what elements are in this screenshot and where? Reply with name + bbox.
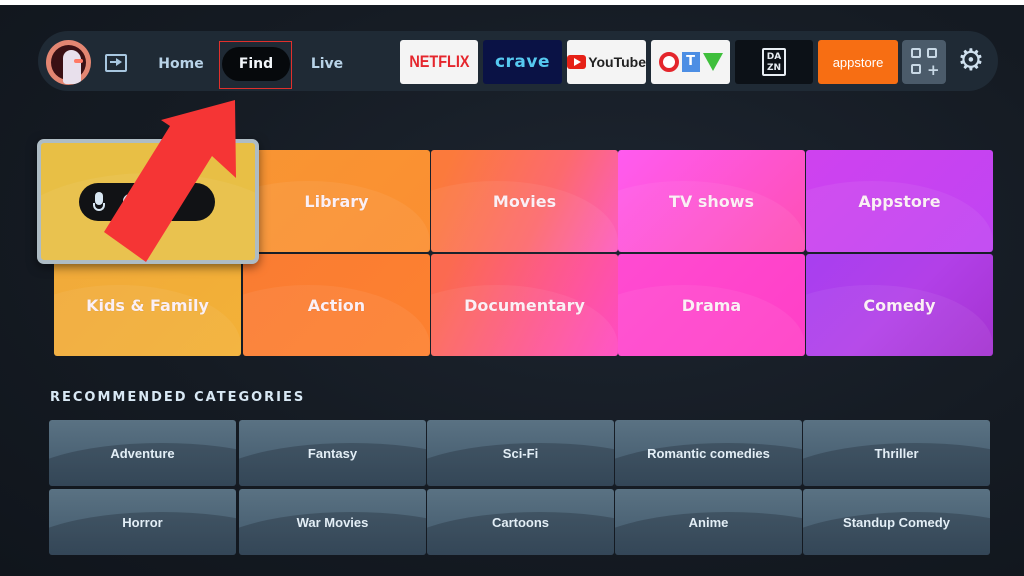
app-crave[interactable]: crave bbox=[483, 40, 562, 84]
tile-appstore[interactable]: Appstore bbox=[806, 150, 993, 252]
tile-label: Kids & Family bbox=[86, 295, 209, 315]
category-anime[interactable]: Anime bbox=[615, 489, 802, 555]
nav-home[interactable]: Home bbox=[150, 47, 212, 81]
category-label: Romantic comedies bbox=[647, 445, 770, 461]
grid-square-icon bbox=[911, 64, 921, 74]
microphone-stand-icon bbox=[93, 203, 105, 211]
tile-label: Movies bbox=[492, 191, 557, 211]
avatar-character bbox=[63, 50, 81, 84]
ctv-c-icon bbox=[658, 52, 679, 72]
avatar-beak bbox=[74, 59, 83, 63]
app-appstore[interactable]: appstore bbox=[818, 40, 898, 84]
appstore-logo: appstore bbox=[832, 54, 884, 70]
plus-icon: + bbox=[927, 61, 940, 79]
category-label: Thriller bbox=[874, 445, 919, 461]
tile-drama[interactable]: Drama bbox=[618, 254, 805, 356]
youtube-play-icon bbox=[567, 55, 587, 69]
ctv-t-letter: T bbox=[681, 52, 700, 72]
voice-search-pill bbox=[79, 183, 215, 221]
category-adventure[interactable]: Adventure bbox=[49, 420, 236, 486]
app-dazn[interactable]: DA ZN bbox=[735, 40, 813, 84]
tile-label: Appstore bbox=[858, 191, 941, 211]
grid-square-icon bbox=[927, 48, 937, 58]
category-label: Horror bbox=[122, 514, 163, 530]
app-netflix[interactable]: NETFLIX bbox=[400, 40, 478, 84]
tile-library[interactable]: Library bbox=[243, 150, 430, 252]
voice-search-tile[interactable] bbox=[37, 139, 259, 264]
tile-documentary[interactable]: Documentary bbox=[431, 254, 618, 356]
tile-label: TV shows bbox=[668, 191, 755, 211]
category-sci-fi[interactable]: Sci-Fi bbox=[427, 420, 614, 486]
gear-icon[interactable]: ⚙ bbox=[956, 46, 986, 76]
tile-label: Documentary bbox=[464, 295, 585, 315]
nav-live[interactable]: Live bbox=[300, 47, 354, 81]
app-library-button[interactable]: + bbox=[902, 40, 946, 84]
category-label: War Movies bbox=[296, 514, 369, 530]
ctv-v-icon bbox=[702, 53, 723, 71]
tile-action[interactable]: Action bbox=[243, 254, 430, 356]
category-romantic-comedies[interactable]: Romantic comedies bbox=[615, 420, 802, 486]
category-thriller[interactable]: Thriller bbox=[803, 420, 990, 486]
category-standup-comedy[interactable]: Standup Comedy bbox=[803, 489, 990, 555]
tile-label: Action bbox=[307, 295, 366, 315]
tile-kids-family[interactable]: Kids & Family bbox=[54, 254, 241, 356]
recommended-categories-heading: RECOMMENDED CATEGORIES bbox=[50, 390, 306, 405]
tile-label: Drama bbox=[681, 295, 742, 315]
category-label: Sci-Fi bbox=[502, 445, 539, 461]
app-ctv[interactable]: T bbox=[651, 40, 730, 84]
app-youtube[interactable]: YouTube bbox=[567, 40, 646, 84]
grid-square-icon bbox=[911, 48, 921, 58]
search-icon bbox=[123, 194, 137, 208]
category-war-movies[interactable]: War Movies bbox=[239, 489, 426, 555]
crave-logo: crave bbox=[494, 52, 551, 72]
tile-comedy[interactable]: Comedy bbox=[806, 254, 993, 356]
category-label: Fantasy bbox=[307, 445, 358, 461]
tile-label: Library bbox=[304, 191, 369, 211]
category-label: Anime bbox=[688, 514, 729, 530]
youtube-logo: YouTube bbox=[588, 54, 646, 70]
tile-tv-shows[interactable]: TV shows bbox=[618, 150, 805, 252]
find-highlight-box bbox=[219, 41, 292, 89]
input-source-icon[interactable] bbox=[105, 54, 127, 72]
category-label: Cartoons bbox=[491, 514, 550, 530]
tile-label: Comedy bbox=[863, 295, 936, 315]
profile-avatar[interactable] bbox=[46, 40, 91, 85]
dazn-logo: DA ZN bbox=[762, 48, 786, 76]
category-fantasy[interactable]: Fantasy bbox=[239, 420, 426, 486]
netflix-logo: NETFLIX bbox=[408, 52, 470, 71]
category-label: Adventure bbox=[110, 445, 175, 461]
tile-movies[interactable]: Movies bbox=[431, 150, 618, 252]
category-cartoons[interactable]: Cartoons bbox=[427, 489, 614, 555]
category-horror[interactable]: Horror bbox=[49, 489, 236, 555]
category-label: Standup Comedy bbox=[843, 514, 950, 530]
